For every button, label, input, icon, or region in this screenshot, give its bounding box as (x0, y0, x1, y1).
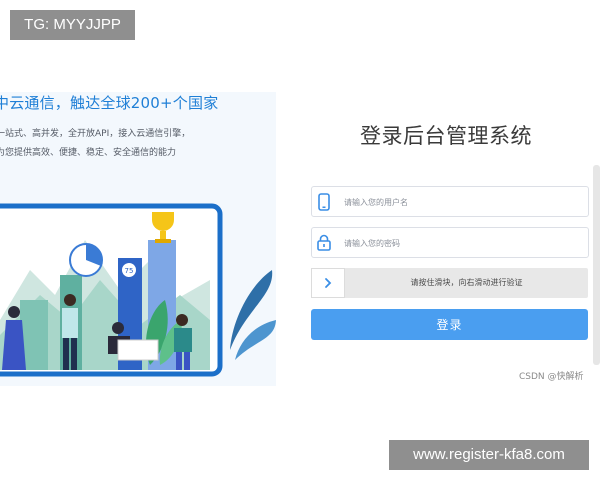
csdn-watermark: CSDN @快解析 (519, 372, 584, 382)
password-input[interactable] (342, 232, 586, 254)
promo-headline: 中云通信，触达全球200+个国家 (0, 94, 219, 112)
top-left-tag: TG: MYYJJPP (10, 10, 135, 40)
password-field[interactable] (311, 227, 589, 258)
phone-icon (312, 187, 336, 216)
promo-line-1: 一站式、高并发，全开放API，接入云通信引擎， (0, 129, 191, 139)
lock-icon (312, 228, 336, 257)
chevron-right-icon (324, 274, 332, 293)
bottom-right-tag: www.register-kfa8.com (389, 440, 589, 470)
chart-badge: 75 (125, 267, 134, 275)
username-field[interactable] (311, 186, 589, 217)
login-button[interactable]: 登录 (311, 309, 588, 340)
promo-illustration: 75 (0, 203, 276, 377)
slider-handle[interactable] (311, 268, 345, 298)
promo-panel: 中云通信，触达全球200+个国家 一站式、高并发，全开放API，接入云通信引擎，… (0, 92, 276, 386)
slider-hint: 请按住滑块，向右滑动进行验证 (410, 278, 523, 287)
scrollbar[interactable] (593, 165, 600, 365)
login-title: 登录后台管理系统 (360, 124, 532, 148)
promo-line-2: 为您提供高效、便捷、稳定、安全通信的能力 (0, 148, 177, 158)
username-input[interactable] (342, 191, 586, 213)
slide-verify[interactable]: 请按住滑块，向右滑动进行验证 (311, 268, 588, 298)
